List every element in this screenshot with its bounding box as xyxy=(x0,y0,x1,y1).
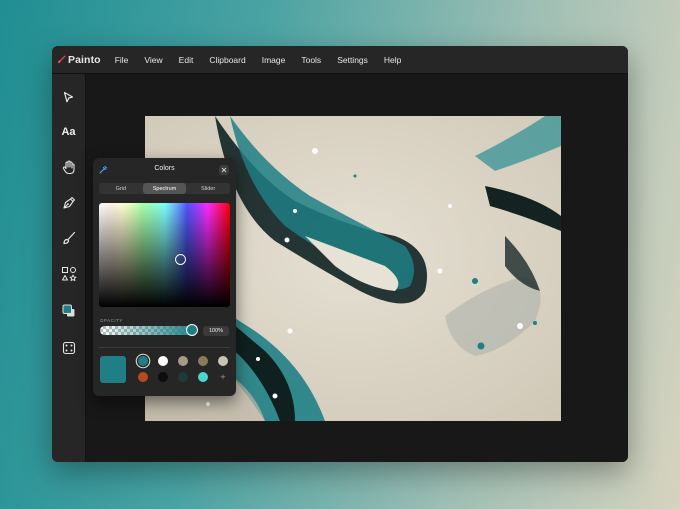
tab-spectrum[interactable]: Spectrum xyxy=(142,183,187,194)
menu-bar: Painto File View Edit Clipboard Image To… xyxy=(52,46,628,74)
tab-grid[interactable]: Grid xyxy=(99,183,143,194)
current-color-swatch[interactable] xyxy=(100,356,126,383)
opacity-slider-thumb[interactable] xyxy=(186,324,198,336)
menu-view[interactable]: View xyxy=(144,55,162,65)
shapes-icon xyxy=(61,266,76,281)
tab-slider[interactable]: Slider xyxy=(186,183,230,194)
brush-icon xyxy=(62,231,75,244)
tool-brush[interactable] xyxy=(58,227,79,248)
color-swatch[interactable] xyxy=(158,372,168,382)
spectrum-picker[interactable] xyxy=(99,203,230,307)
tool-color[interactable] xyxy=(58,300,79,321)
app-logo: Painto xyxy=(57,54,101,66)
opacity-value[interactable]: 100% xyxy=(203,326,229,336)
tool-shapes[interactable] xyxy=(58,263,79,284)
add-swatch-button[interactable]: + xyxy=(218,372,228,382)
opacity-label: OPACITY xyxy=(100,318,123,323)
brush-logo-icon xyxy=(57,55,66,64)
colors-panel: Colors Grid Spectrum Slider OPACITY 100%… xyxy=(93,158,236,396)
divider xyxy=(99,347,230,348)
tool-select[interactable] xyxy=(58,87,79,108)
tool-filters[interactable] xyxy=(58,337,79,358)
menu-file[interactable]: File xyxy=(115,55,129,65)
color-mode-tabs: Grid Spectrum Slider xyxy=(99,183,230,194)
menu-tools[interactable]: Tools xyxy=(301,55,321,65)
cursor-icon xyxy=(63,91,74,103)
menu-settings[interactable]: Settings xyxy=(337,55,368,65)
menu-image[interactable]: Image xyxy=(262,55,286,65)
color-swatch[interactable] xyxy=(178,372,188,382)
app-name: Painto xyxy=(68,53,101,66)
close-icon xyxy=(221,167,227,173)
opacity-slider[interactable] xyxy=(100,326,197,335)
tool-sidebar: Aa xyxy=(52,74,86,462)
color-swatch[interactable] xyxy=(138,356,148,366)
tool-text[interactable]: Aa xyxy=(58,121,79,142)
text-icon: Aa xyxy=(61,125,76,138)
color-swatch-icon xyxy=(62,304,75,317)
menu-help[interactable]: Help xyxy=(384,55,401,65)
color-swatch[interactable] xyxy=(138,372,148,382)
dice-icon xyxy=(62,341,75,354)
close-panel-button[interactable] xyxy=(219,165,229,175)
color-swatch[interactable] xyxy=(158,356,168,366)
pen-nib-icon xyxy=(62,196,75,209)
color-swatch[interactable] xyxy=(178,356,188,366)
color-swatch[interactable] xyxy=(198,356,208,366)
hand-icon xyxy=(62,160,75,175)
spectrum-handle[interactable] xyxy=(175,254,186,265)
panel-title: Colors xyxy=(154,165,175,172)
color-swatch[interactable] xyxy=(218,356,228,366)
tool-pen[interactable] xyxy=(58,192,79,213)
menu-clipboard[interactable]: Clipboard xyxy=(209,55,245,65)
tool-hand[interactable] xyxy=(58,157,79,178)
menu-edit[interactable]: Edit xyxy=(179,55,194,65)
color-swatch[interactable] xyxy=(198,372,208,382)
